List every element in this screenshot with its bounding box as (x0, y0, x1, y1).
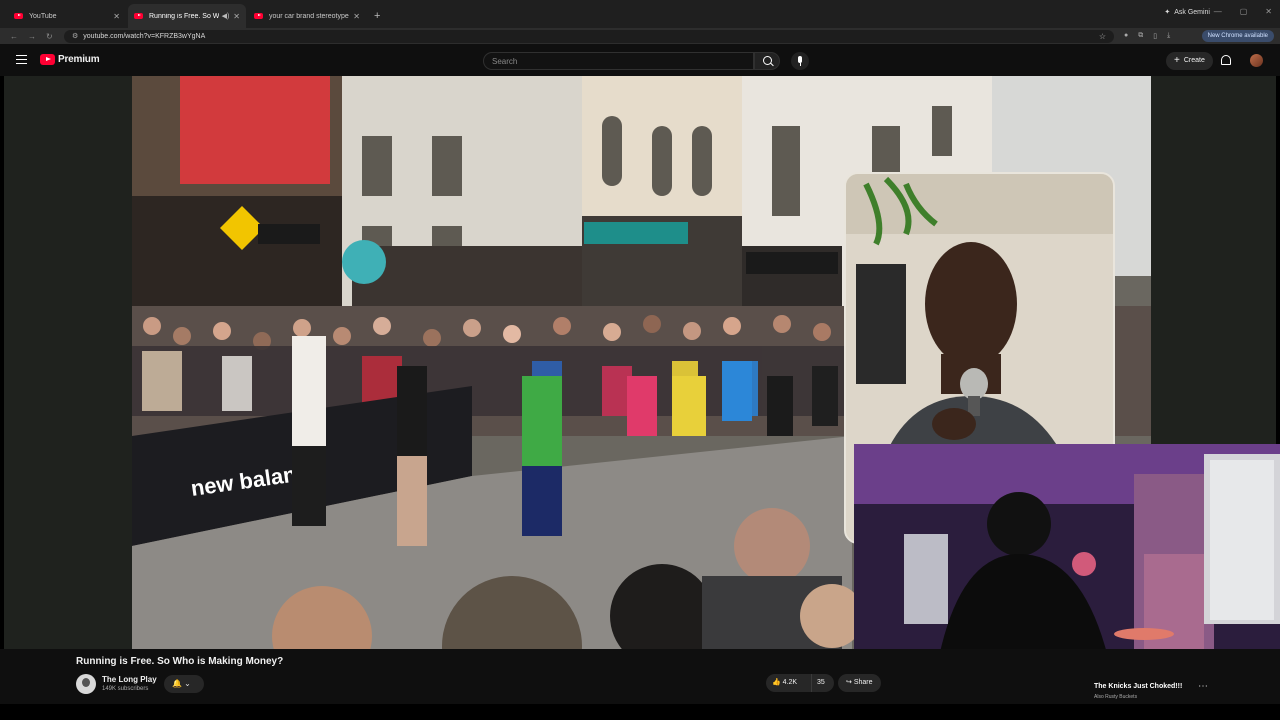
microphone-icon[interactable] (791, 52, 809, 70)
extensions-bar: ● ⧉ ▯ ⤓ (1124, 32, 1170, 40)
share-icon: ↪ (846, 679, 854, 686)
bookmark-star-icon[interactable]: ☆ (1099, 32, 1106, 41)
youtube-favicon-icon (14, 13, 23, 19)
webcam-overlay (854, 444, 1280, 684)
speaker-icon[interactable]: ◀) (222, 12, 230, 20)
back-icon[interactable]: ← (10, 32, 28, 41)
subscriber-count: 149K subscribers (102, 686, 149, 692)
search-placeholder: Search (492, 56, 518, 66)
create-button[interactable]: + Create (1166, 52, 1213, 70)
tab-title: your car brand stereotypes... (269, 12, 350, 20)
ask-gemini-button[interactable]: ✦ Ask Gemini (1164, 8, 1210, 17)
download-icon[interactable]: ⤓ (1167, 32, 1170, 40)
user-avatar[interactable] (1250, 54, 1263, 67)
new-tab-button[interactable]: + (368, 4, 386, 28)
more-options-icon[interactable]: ⋯ (1198, 681, 1208, 692)
up-next-title[interactable]: The Knicks Just Choked!!! (1094, 683, 1182, 690)
channel-name[interactable]: The Long Play (102, 675, 157, 684)
tab-title: Running is Free. So Who is (149, 12, 219, 20)
extension-icon[interactable]: ● (1124, 32, 1128, 40)
site-info-icon[interactable]: ⚙ (72, 32, 78, 40)
tab-title: YouTube (29, 12, 57, 20)
gemini-icon: ✦ (1164, 9, 1171, 16)
tab-youtube[interactable]: YouTube ✕ (8, 4, 126, 28)
window-controls: — ▢ ✕ (1214, 7, 1272, 16)
share-button[interactable]: ↪ Share (838, 674, 881, 692)
like-button[interactable]: 👍 4.2K (766, 674, 812, 692)
close-icon[interactable]: ✕ (113, 12, 120, 21)
notification-bell-button[interactable]: 🔔 ⌄ (164, 675, 204, 693)
maximize-icon[interactable]: ▢ (1240, 7, 1248, 16)
share-label: Share (853, 679, 873, 686)
reload-icon[interactable]: ↻ (46, 32, 64, 41)
tab-car-stereotypes[interactable]: your car brand stereotypes... ✕ (248, 4, 366, 28)
up-next-channel: Also Rusty Buckets (1094, 694, 1138, 700)
like-count: 4.2K (782, 679, 798, 686)
logo-text: Premium (58, 54, 100, 65)
youtube-favicon-icon (254, 13, 263, 19)
webcam-scene (854, 444, 1280, 684)
tab-running-video[interactable]: Running is Free. So Who is ◀) ✕ (128, 4, 246, 28)
video-title: Running is Free. So Who is Making Money? (76, 656, 284, 667)
sidepanel-icon[interactable]: ▯ (1153, 32, 1157, 40)
channel-avatar[interactable] (76, 674, 96, 694)
minimize-icon[interactable]: — (1214, 7, 1222, 16)
youtube-logo[interactable]: Premium (40, 54, 100, 65)
puzzle-icon[interactable]: ⧉ (1138, 32, 1143, 40)
create-label: Create (1183, 57, 1205, 64)
close-icon[interactable]: ✕ (353, 12, 360, 21)
forward-icon[interactable]: → (28, 32, 46, 41)
dislike-button[interactable]: 35 (812, 674, 825, 692)
plus-icon: + (1174, 55, 1180, 66)
ask-gemini-label: Ask Gemini (1174, 8, 1210, 16)
new-chrome-available-button[interactable]: New Chrome available (1201, 30, 1274, 42)
bottom-strip (0, 704, 1280, 720)
browser-tab-bar: YouTube ✕ Running is Free. So Who is ◀) … (0, 0, 1280, 28)
youtube-favicon-icon (134, 13, 143, 19)
like-dislike-group: 👍 4.2K 35 (766, 674, 834, 692)
omnibox[interactable]: ⚙ youtube.com/watch?v=KFRZB3wYgNA ☆ (64, 29, 1114, 43)
close-window-icon[interactable]: ✕ (1265, 7, 1272, 16)
close-icon[interactable]: ✕ (233, 12, 240, 21)
notifications-bell-icon[interactable] (1221, 55, 1231, 65)
hamburger-menu-icon[interactable] (16, 55, 27, 64)
url-text: youtube.com/watch?v=KFRZB3wYgNA (83, 32, 206, 40)
search-input[interactable]: Search (483, 52, 754, 70)
search-icon[interactable] (754, 52, 780, 70)
youtube-play-icon (40, 54, 55, 65)
thumbs-up-icon: 👍 (772, 679, 783, 686)
address-bar-row: ← → ↻ ⚙ youtube.com/watch?v=KFRZB3wYgNA … (0, 28, 1280, 44)
